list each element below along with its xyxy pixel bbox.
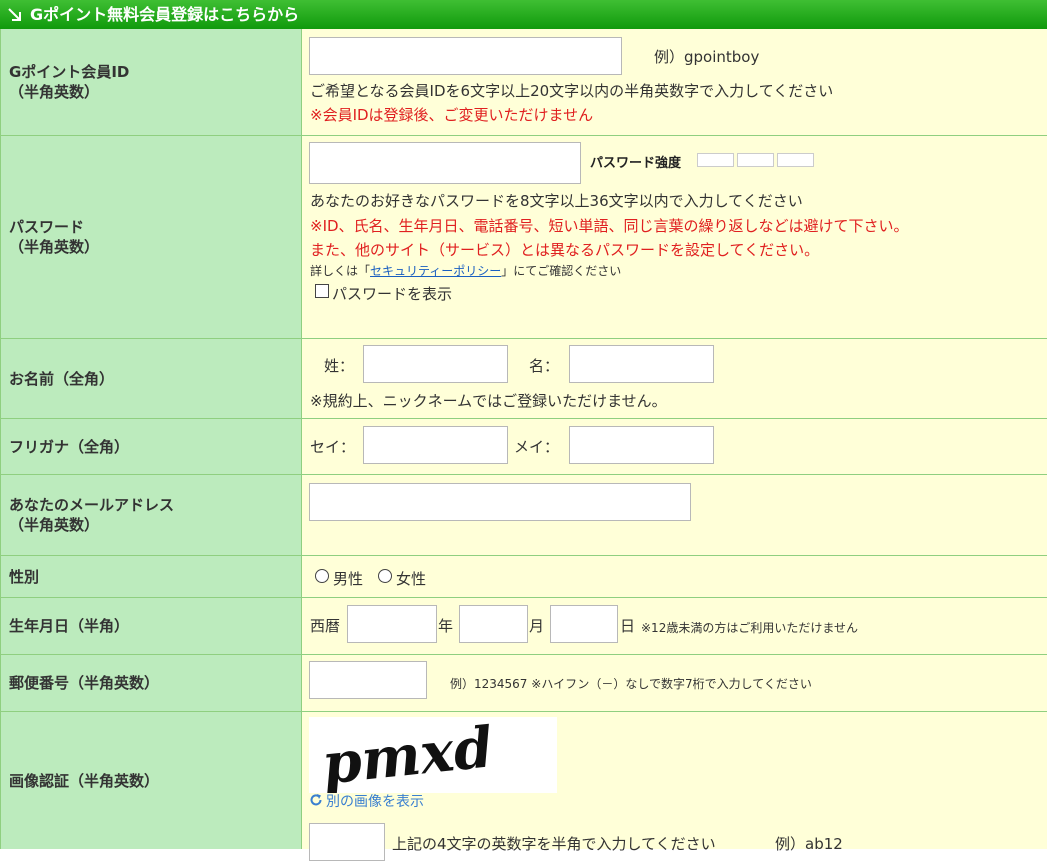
birthday-content: 西暦 年 月 日 ※12歳未満の方はご利用いただけません [302, 598, 1047, 654]
password-help: あなたのお好きなパスワードを8文字以上36文字以内で入力してください [310, 192, 803, 210]
first-name-label: 名： [529, 357, 560, 375]
captcha-input[interactable] [309, 823, 385, 861]
gender-male-radio[interactable] [315, 569, 329, 583]
captcha-example: 例）ab12 [775, 835, 843, 853]
member-id-label-text: Gポイント会員ID [9, 63, 130, 81]
captcha-image-text: pmxd [319, 717, 496, 793]
member-id-input[interactable] [309, 37, 622, 75]
captcha-label: 画像認証（半角英数） [0, 712, 302, 849]
birthday-label-text: 生年月日（半角） [9, 617, 130, 635]
postal-note: 例）1234567 ※ハイフン（－）なしで数字7桁で入力してください [450, 677, 812, 691]
policy-suffix: 」にてご確認ください [501, 264, 622, 278]
birth-day-input[interactable] [550, 605, 618, 643]
name-label-text: お名前（全角） [9, 369, 115, 388]
password-strength-label: パスワード強度 [590, 156, 682, 171]
member-id-warning: ※会員IDは登録後、ご変更いただけません [310, 106, 594, 124]
security-policy-link[interactable]: セキュリティーポリシー [370, 264, 501, 278]
postal-label-text: 郵便番号（半角英数） [9, 674, 160, 692]
email-row: あなたのメールアドレス （半角英数） [0, 475, 1047, 556]
password-label-text: パスワード [9, 218, 85, 236]
birth-month-input[interactable] [459, 605, 528, 643]
refresh-icon[interactable] [309, 793, 323, 807]
password-label: パスワード （半角英数） [0, 136, 302, 338]
captcha-image: pmxd [309, 717, 557, 793]
member-id-help: ご希望となる会員IDを6文字以上20文字以内の半角英数字で入力してください [310, 82, 834, 100]
member-id-label-sub: （半角英数） [9, 83, 100, 101]
postal-label: 郵便番号（半角英数） [0, 655, 302, 711]
password-strength-bar-3 [777, 153, 814, 167]
email-content [302, 475, 1047, 555]
gender-content: 男性 女性 [302, 556, 1047, 597]
first-name-kana-label: メイ： [514, 438, 560, 456]
email-label-sub: （半角英数） [9, 516, 100, 534]
last-name-label: 姓： [324, 357, 355, 375]
birth-day-suffix: 日 [620, 617, 636, 635]
postal-code-input[interactable] [309, 661, 427, 699]
show-password-label[interactable]: パスワードを表示 [332, 283, 452, 304]
gender-label: 性別 [0, 556, 302, 597]
furigana-row: フリガナ（全角） セイ： メイ： [0, 419, 1047, 475]
name-row: お名前（全角） 姓： 名： ※規約上、ニックネームではご登録いただけません。 [0, 339, 1047, 419]
member-id-label: Gポイント会員ID （半角英数） [0, 29, 302, 135]
name-content: 姓： 名： ※規約上、ニックネームではご登録いただけません。 [302, 339, 1047, 418]
registration-header: Gポイント無料会員登録はこちらから [0, 0, 1047, 29]
furigana-content: セイ： メイ： [302, 419, 1047, 474]
gender-label-text: 性別 [9, 567, 40, 586]
birth-year-input[interactable] [347, 605, 437, 643]
captcha-row: 画像認証（半角英数） pmxd 別の画像を表示 上記の4文字の英数字を半角で入力… [0, 712, 1047, 861]
name-note: ※規約上、ニックネームではご登録いただけません。 [310, 392, 667, 410]
captcha-help: 上記の4文字の英数字を半角で入力してください [392, 835, 716, 853]
password-row: パスワード （半角英数） パスワード強度 あなたのお好きなパスワードを8文字以上… [0, 136, 1047, 339]
member-id-row: Gポイント会員ID （半角英数） 例）gpointboy ご希望となる会員IDを… [0, 29, 1047, 136]
email-label: あなたのメールアドレス （半角英数） [0, 475, 302, 555]
password-input[interactable] [309, 142, 581, 184]
member-id-content: 例）gpointboy ご希望となる会員IDを6文字以上20文字以内の半角英数字… [302, 29, 1047, 135]
member-id-example: 例）gpointboy [654, 48, 760, 66]
header-title: Gポイント無料会員登録はこちらから [30, 5, 300, 24]
email-input[interactable] [309, 483, 691, 521]
gender-male-label[interactable]: 男性 [333, 568, 363, 589]
captcha-content: pmxd 別の画像を表示 上記の4文字の英数字を半角で入力してください 例）ab… [302, 712, 1047, 861]
email-label-text: あなたのメールアドレス [9, 496, 175, 514]
postal-content: 例）1234567 ※ハイフン（－）なしで数字7桁で入力してください [302, 655, 1047, 711]
furigana-label: フリガナ（全角） [0, 419, 302, 474]
birthday-row: 生年月日（半角） 西暦 年 月 日 ※12歳未満の方はご利用いただけません [0, 598, 1047, 655]
last-name-input[interactable] [363, 345, 508, 383]
captcha-label-text: 画像認証（半角英数） [9, 771, 160, 790]
birthday-note: ※12歳未満の方はご利用いただけません [641, 621, 858, 635]
password-warning-1: ※ID、氏名、生年月日、電話番号、短い単語、同じ言葉の繰り返しなどは避けて下さい… [310, 217, 909, 235]
last-name-kana-input[interactable] [363, 426, 508, 464]
birthday-era-label: 西暦 [310, 617, 341, 635]
refresh-captcha-link[interactable]: 別の画像を表示 [326, 791, 424, 811]
postal-row: 郵便番号（半角英数） 例）1234567 ※ハイフン（－）なしで数字7桁で入力し… [0, 655, 1047, 712]
password-label-sub: （半角英数） [9, 238, 100, 256]
show-password-checkbox[interactable] [315, 284, 329, 298]
policy-prefix: 詳しくは「 [310, 264, 371, 278]
first-name-kana-input[interactable] [569, 426, 714, 464]
gender-female-radio[interactable] [378, 569, 392, 583]
birth-year-suffix: 年 [438, 617, 454, 635]
birth-month-suffix: 月 [529, 617, 545, 635]
arrow-down-right-icon [8, 8, 21, 21]
password-policy-note: 詳しくは「セキュリティーポリシー」にてご確認ください [310, 262, 621, 279]
birthday-label: 生年月日（半角） [0, 598, 302, 654]
password-strength-bar-2 [737, 153, 774, 167]
name-label: お名前（全角） [0, 339, 302, 418]
last-name-kana-label: セイ： [310, 438, 356, 456]
gender-female-label[interactable]: 女性 [396, 568, 426, 589]
password-strength-bar-1 [697, 153, 734, 167]
first-name-input[interactable] [569, 345, 714, 383]
password-warning-2: また、他のサイト（サービス）とは異なるパスワードを設定してください。 [310, 241, 820, 259]
furigana-label-text: フリガナ（全角） [9, 437, 130, 456]
gender-row: 性別 男性 女性 [0, 556, 1047, 598]
password-content: パスワード強度 あなたのお好きなパスワードを8文字以上36文字以内で入力してくだ… [302, 136, 1047, 338]
